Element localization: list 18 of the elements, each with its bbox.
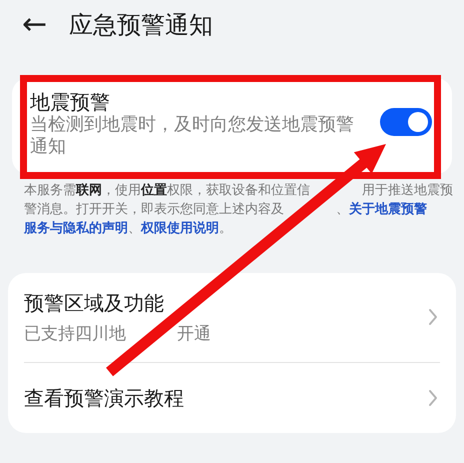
notice-text: 。 [219,220,232,238]
notice-text: 警消息。打开开关，即表示您同意上述内容及 [24,200,284,218]
chevron-right-icon [428,388,438,406]
notice-text: 、 [336,200,349,218]
list-item[interactable]: 查看预警演示教程 [24,362,440,432]
page-title: 应急预警通知 [69,10,214,41]
notice-text: 本服务需联网，使用位置权限，获取设备和位置信 [24,182,310,200]
toggle-switch[interactable] [380,108,432,136]
setting-description: 当检测到地震时，及时向您发送地震预警通知 [30,114,355,158]
chevron-right-icon [428,308,438,326]
notice-link[interactable]: 权限使用说明 [141,218,219,238]
setting-title: 地震预警 [30,90,111,114]
back-button[interactable]: ← [22,10,48,40]
notice-text: 用于推送地震预 [362,182,453,200]
notice-link[interactable]: 服务与隐私的声明 [24,218,128,238]
list-item[interactable]: 预警区域及功能 已支持四川地 开通 [24,272,440,362]
notice-text: 、 [128,220,141,238]
notice-link[interactable]: 关于地震预警 [349,200,427,218]
